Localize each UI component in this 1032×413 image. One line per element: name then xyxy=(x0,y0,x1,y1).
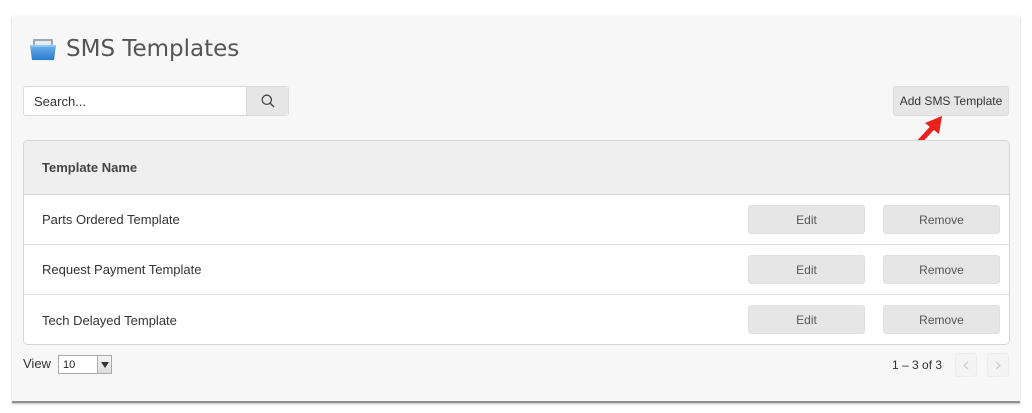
remove-button[interactable]: Remove xyxy=(883,205,1000,234)
templates-table: Template Name Parts Ordered Template Edi… xyxy=(23,140,1010,345)
edit-button[interactable]: Edit xyxy=(748,205,865,234)
chevron-left-icon xyxy=(963,361,969,369)
page-title: SMS Templates xyxy=(66,36,240,62)
folder-icon xyxy=(28,34,58,64)
search-button[interactable] xyxy=(246,87,288,115)
search-box xyxy=(23,86,289,116)
template-name: Tech Delayed Template xyxy=(42,312,177,328)
previous-page-button[interactable] xyxy=(955,353,977,377)
title-row: SMS Templates xyxy=(28,34,239,64)
search-icon xyxy=(261,94,274,108)
next-page-button[interactable] xyxy=(987,353,1009,377)
view-label: View xyxy=(23,356,51,371)
page-size-select[interactable]: 10 xyxy=(58,355,112,374)
table-row: Tech Delayed Template Edit Remove xyxy=(24,295,1009,344)
chevron-right-icon xyxy=(995,361,1001,369)
remove-button[interactable]: Remove xyxy=(883,255,1000,284)
template-name: Request Payment Template xyxy=(42,262,202,277)
sms-templates-panel: SMS Templates Add SMS Template Template … xyxy=(12,16,1020,403)
search-input[interactable] xyxy=(24,87,246,115)
pagination-summary: 1 – 3 of 3 xyxy=(892,358,943,372)
table-row: Parts Ordered Template Edit Remove xyxy=(24,195,1009,245)
table-row: Request Payment Template Edit Remove xyxy=(24,245,1009,295)
table-header-template-name: Template Name xyxy=(24,141,1009,195)
chevron-down-icon xyxy=(97,356,111,373)
edit-button[interactable]: Edit xyxy=(748,305,865,334)
page-size-value: 10 xyxy=(63,358,76,371)
edit-button[interactable]: Edit xyxy=(748,255,865,284)
template-name: Parts Ordered Template xyxy=(42,212,180,227)
remove-button[interactable]: Remove xyxy=(883,305,1000,334)
